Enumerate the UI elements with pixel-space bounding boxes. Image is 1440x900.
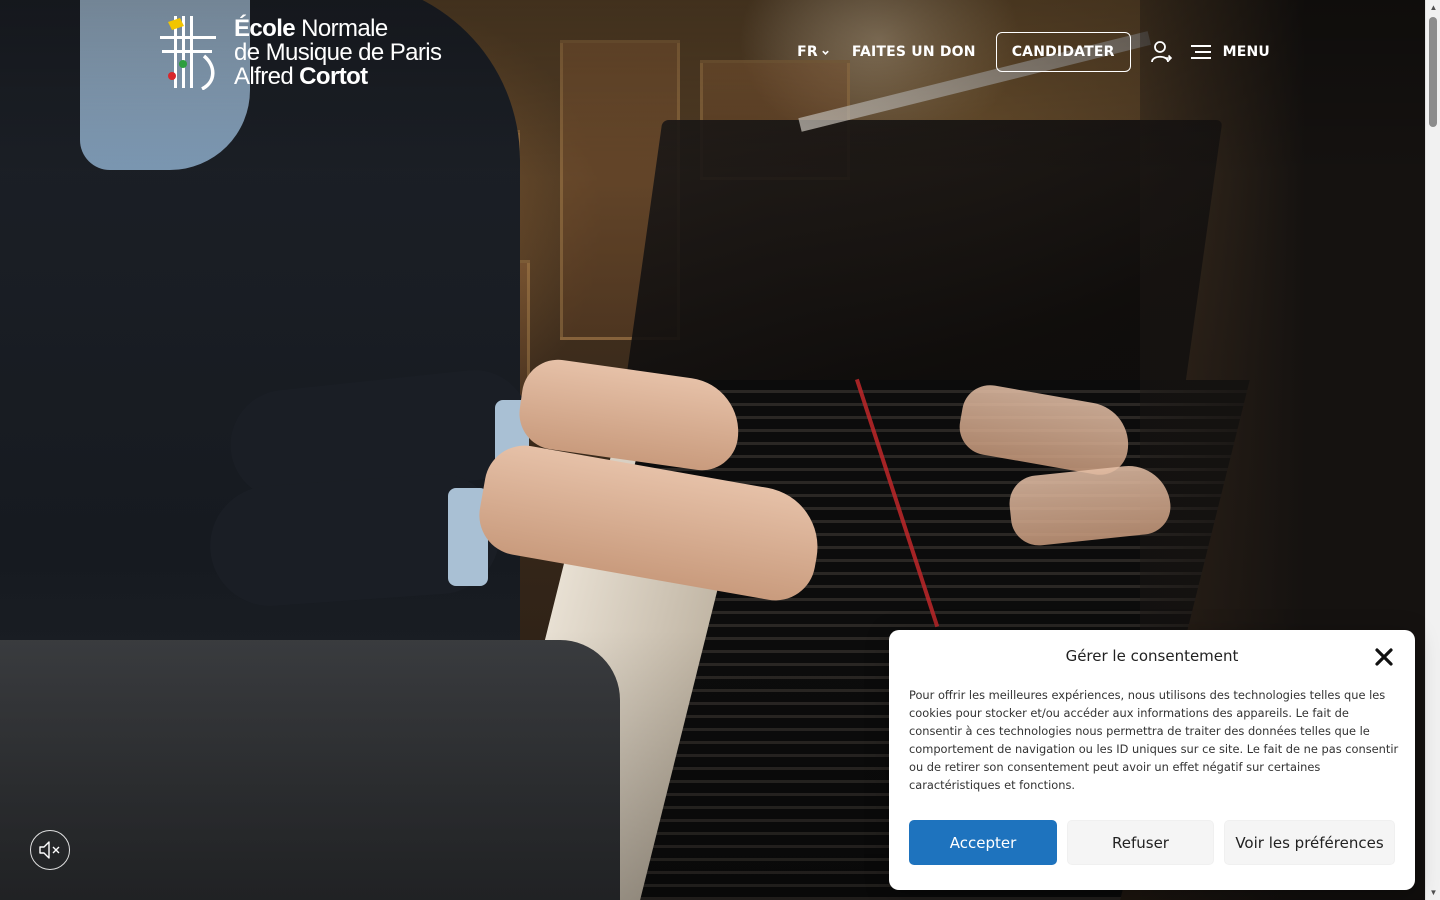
logo-mark-icon — [160, 16, 216, 90]
language-label: FR — [797, 44, 818, 60]
menu-label: MENU — [1222, 44, 1270, 60]
site-header: École Normale de Musique de Paris Alfred… — [0, 0, 1425, 110]
consent-message: Pour offrir les meilleures expériences, … — [909, 688, 1399, 792]
scroll-down-arrow-icon[interactable]: ▼ — [1426, 885, 1440, 900]
logo-word-normale: Normale — [295, 15, 388, 42]
apply-button-label: CANDIDATER — [1011, 44, 1115, 60]
view-preferences-button[interactable]: Voir les préférences — [1224, 820, 1395, 865]
consent-actions: Accepter Refuser Voir les préférences — [909, 820, 1395, 865]
logo-word-ecole: École — [234, 15, 296, 42]
language-selector[interactable]: FR — [797, 44, 830, 60]
cookie-consent-dialog: Gérer le consentement Pour offrir les me… — [889, 630, 1415, 890]
donate-link[interactable]: FAITES UN DON — [852, 44, 976, 60]
chevron-down-icon — [822, 50, 829, 55]
accept-button[interactable]: Accepter — [909, 820, 1057, 865]
close-icon[interactable] — [1373, 646, 1395, 668]
site-logo[interactable]: École Normale de Musique de Paris Alfred… — [158, 14, 468, 94]
page-scrollbar[interactable]: ▲ ▼ — [1425, 0, 1440, 900]
header-nav: FR FAITES UN DON CANDIDATER MENU — [797, 32, 1270, 72]
logo-line-2: de Musique de Paris — [234, 39, 442, 66]
menu-button[interactable]: MENU — [1190, 44, 1270, 60]
logo-word-alfred: Alfred — [234, 63, 300, 90]
refuse-button[interactable]: Refuser — [1067, 820, 1214, 865]
apply-button[interactable]: CANDIDATER — [995, 32, 1131, 72]
hamburger-menu-icon — [1190, 45, 1211, 59]
logo-line-1: École Normale — [234, 17, 441, 41]
speaker-muted-icon — [39, 841, 60, 859]
logo-word-cortot: Cortot — [299, 63, 368, 90]
mute-toggle-button[interactable] — [30, 830, 70, 870]
consent-title: Gérer le consentement — [1065, 647, 1239, 665]
user-login-icon[interactable] — [1150, 40, 1173, 64]
logo-wordmark: École Normale de Musique de Paris Alfred… — [234, 17, 442, 89]
logo-line-3: Alfred Cortot — [234, 65, 441, 89]
scroll-up-arrow-icon[interactable]: ▲ — [1426, 0, 1440, 15]
scrollbar-thumb[interactable] — [1429, 17, 1437, 127]
